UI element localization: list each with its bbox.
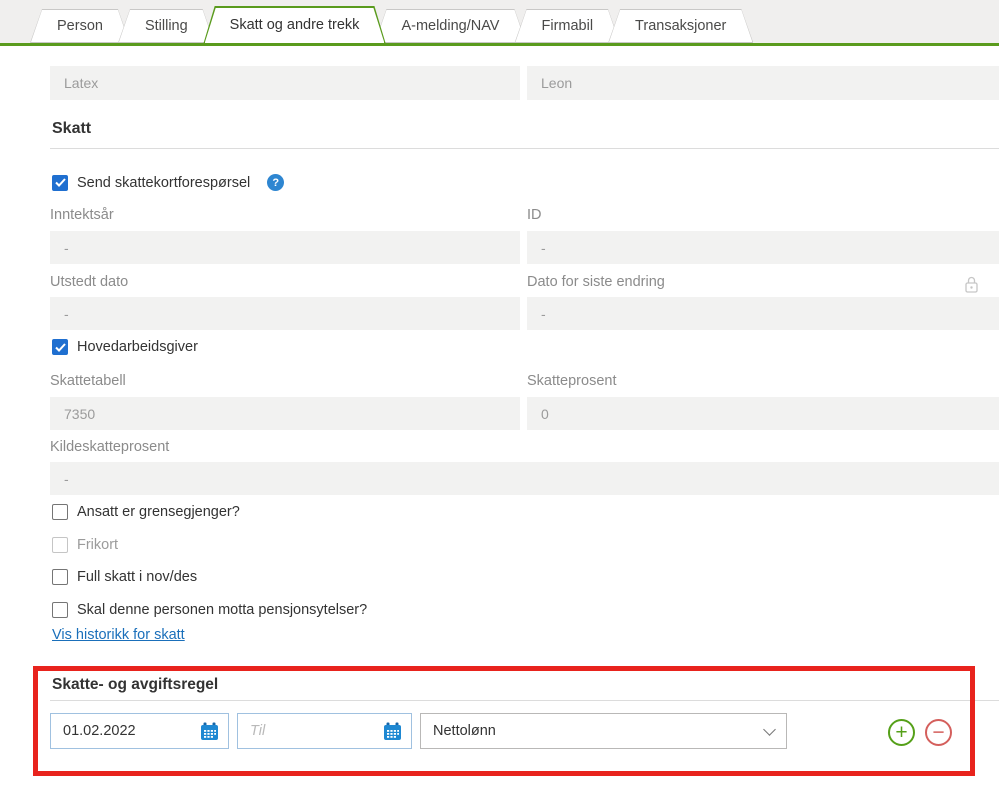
utstedt-dato-field: -	[50, 297, 520, 330]
frikort-checkbox-row: Frikort	[52, 537, 118, 553]
chevron-down-icon	[763, 722, 776, 736]
to-date-input[interactable]	[250, 723, 382, 739]
skatt-section-title: Skatt	[52, 120, 92, 137]
calendar-icon[interactable]	[199, 721, 220, 742]
tab-skatt-og-andre-trekk[interactable]: Skatt og andre trekk	[203, 6, 387, 46]
to-date-input-wrap	[237, 713, 412, 749]
send-skattekort-label: Send skattekortforespørsel	[77, 174, 251, 191]
frikort-label: Frikort	[77, 537, 119, 553]
hovedarbeidsgiver-label: Hovedarbeidsgiver	[77, 339, 198, 355]
send-skattekort-checkbox-row[interactable]: Send skattekortforespørsel ?	[52, 174, 285, 191]
kildeskatteprosent-label: Kildeskatteprosent	[50, 439, 170, 455]
skatteprosent-label: Skatteprosent	[527, 373, 617, 389]
tab-transaksjoner[interactable]: Transaksjoner	[608, 9, 753, 43]
calendar-icon[interactable]	[382, 721, 403, 742]
grensegjenger-checkbox-row[interactable]: Ansatt er grensegjenger?	[52, 504, 240, 520]
rule-type-select[interactable]: Nettolønn	[420, 713, 787, 749]
grensegjenger-checkbox[interactable]	[52, 504, 68, 520]
rule-type-value: Nettolønn	[433, 723, 496, 739]
tab-label: Person	[57, 18, 103, 34]
tab-label: Stilling	[144, 18, 188, 34]
lock-icon	[964, 275, 979, 299]
hovedarbeidsgiver-checkbox-row[interactable]: Hovedarbeidsgiver	[52, 339, 198, 355]
grensegjenger-label: Ansatt er grensegjenger?	[77, 504, 240, 520]
first-name-field: Latex	[50, 66, 520, 100]
checkmark-icon	[54, 342, 66, 352]
checkmark-icon	[54, 178, 66, 187]
pensjonsytelser-label: Skal denne personen motta pensjonsytelse…	[77, 602, 368, 618]
full-skatt-label: Full skatt i nov/des	[77, 569, 198, 585]
tab-firmabil[interactable]: Firmabil	[514, 9, 620, 43]
skattetabell-label: Skattetabell	[50, 373, 126, 389]
section-divider	[50, 148, 999, 149]
tab-label: Firmabil	[541, 18, 594, 34]
skattetabell-field: 7350	[50, 397, 520, 430]
utstedt-dato-label: Utstedt dato	[50, 274, 129, 290]
add-rule-button[interactable]: +	[888, 719, 915, 746]
tab-person[interactable]: Person	[30, 9, 130, 43]
skatteprosent-field: 0	[527, 397, 999, 430]
tab-label: A-melding/NAV	[401, 18, 500, 34]
full-skatt-checkbox-row[interactable]: Full skatt i nov/des	[52, 569, 197, 585]
section-divider	[50, 700, 999, 701]
tab-label: Transaksjoner	[635, 18, 727, 34]
kildeskatteprosent-field: -	[50, 462, 999, 495]
send-skattekort-checkbox[interactable]	[52, 174, 68, 191]
vis-historikk-link[interactable]: Vis historikk for skatt	[52, 627, 185, 643]
inntektsar-field: -	[50, 231, 520, 264]
hovedarbeidsgiver-checkbox[interactable]	[52, 339, 68, 355]
tab-label: Skatt og andre trekk	[229, 16, 360, 33]
employee-tax-page: Person Stilling Skatt og andre trekk A-m…	[0, 0, 999, 798]
tab-bar: Person Stilling Skatt og andre trekk A-m…	[0, 0, 999, 46]
id-field: -	[527, 231, 999, 264]
tab-a-melding-nav[interactable]: A-melding/NAV	[374, 9, 526, 43]
from-date-input-wrap	[50, 713, 229, 749]
remove-rule-button[interactable]: −	[925, 719, 952, 746]
help-icon[interactable]: ?	[267, 174, 285, 191]
tab-stilling[interactable]: Stilling	[118, 9, 215, 43]
pensjonsytelser-checkbox[interactable]	[52, 602, 68, 618]
rule-section-title: Skatte- og avgiftsregel	[52, 676, 219, 693]
full-skatt-checkbox[interactable]	[52, 569, 68, 585]
dato-siste-endring-field: -	[527, 297, 999, 330]
last-name-field: Leon	[527, 66, 999, 100]
from-date-input[interactable]	[63, 723, 199, 739]
id-label: ID	[527, 207, 542, 223]
inntektsar-label: Inntektsår	[50, 207, 114, 223]
dato-siste-endring-label: Dato for siste endring	[527, 274, 665, 290]
frikort-checkbox	[52, 537, 68, 553]
pensjonsytelser-checkbox-row[interactable]: Skal denne personen motta pensjonsytelse…	[52, 602, 367, 618]
